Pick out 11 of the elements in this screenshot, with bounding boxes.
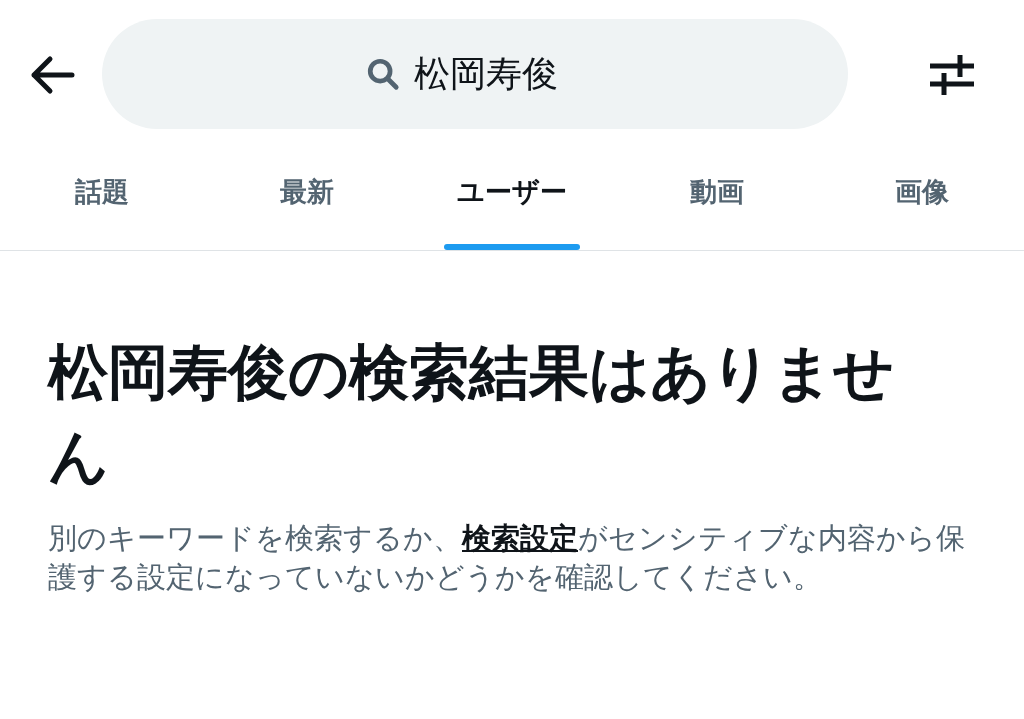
tab[interactable]: 画像 (819, 150, 1024, 250)
tab[interactable]: 最新 (204, 150, 410, 250)
tab[interactable]: 動画 (614, 150, 820, 250)
tab[interactable]: 話題 (0, 150, 205, 250)
search-settings-link[interactable]: 検索設定 (462, 522, 578, 554)
search-bar[interactable]: 松岡寿俊 (102, 19, 848, 129)
tab[interactable]: ユーザー (409, 150, 615, 250)
search-input[interactable]: 松岡寿俊 (414, 53, 584, 95)
empty-state-message: 別のキーワードを検索するか、検索設定がセンシティブな内容から保護する設定になっていないかどうかを確認してください。 (48, 521, 966, 595)
empty-state-heading: 松岡寿俊の検索結果はありません (48, 338, 895, 492)
search-icon (366, 57, 400, 91)
